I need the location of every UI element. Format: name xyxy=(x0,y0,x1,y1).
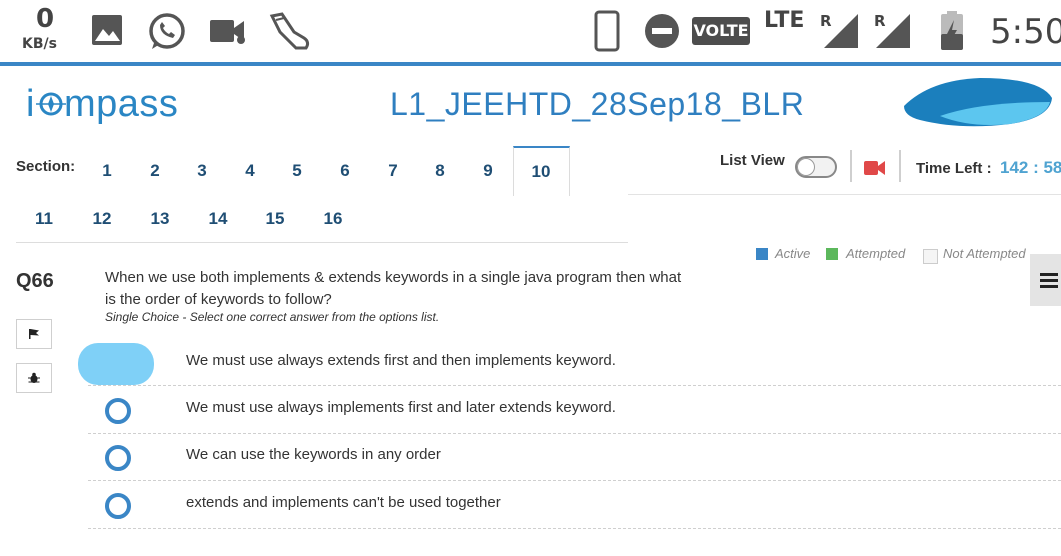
list-view-label: List View xyxy=(720,152,785,169)
report-bug-button[interactable] xyxy=(16,363,52,393)
network-speed-unit: KB/s xyxy=(22,36,57,52)
option-text[interactable]: We can use the keywords in any order xyxy=(186,446,441,463)
section-tab[interactable]: 15 xyxy=(255,209,295,229)
svg-text:mpass: mpass xyxy=(64,83,178,125)
bug-icon xyxy=(28,372,40,383)
section-tab[interactable]: 3 xyxy=(182,161,222,181)
signal-icon xyxy=(824,14,858,48)
section-tab[interactable]: 9 xyxy=(468,161,508,181)
svg-text:i: i xyxy=(26,83,35,125)
signal-icon xyxy=(876,14,910,48)
vertical-separator xyxy=(899,150,901,182)
legend-attempted-swatch xyxy=(826,248,838,260)
page-title: L1_JEEHTD_28Sep18_BLR xyxy=(390,86,805,122)
legend-active-swatch xyxy=(756,248,768,260)
section-tab[interactable]: 13 xyxy=(140,209,180,229)
clock: 5:50 xyxy=(990,12,1061,52)
network-type: LTE xyxy=(764,8,805,33)
section-tab[interactable]: 16 xyxy=(313,209,353,229)
question-hint: Single Choice - Select one correct answe… xyxy=(105,310,440,324)
phone-icon xyxy=(594,10,620,52)
video-call-icon xyxy=(210,20,245,44)
app-icon xyxy=(269,12,310,50)
brand-logo xyxy=(904,78,1052,127)
option-radio[interactable] xyxy=(105,445,131,471)
toggle-knob xyxy=(797,158,815,176)
toolbar-divider xyxy=(628,194,1061,195)
section-tab[interactable]: 14 xyxy=(198,209,238,229)
image-icon xyxy=(92,15,122,45)
section-tab[interactable]: 6 xyxy=(325,161,365,181)
section-tab-active[interactable]: 10 xyxy=(521,162,561,182)
section-tab[interactable]: 1 xyxy=(87,161,127,181)
hamburger-icon xyxy=(1040,273,1058,288)
option-text[interactable]: We must use always implements first and … xyxy=(186,399,616,416)
section-tab[interactable]: 12 xyxy=(82,209,122,229)
flag-icon xyxy=(29,329,39,339)
option-radio[interactable] xyxy=(105,398,131,424)
time-left-value: 142 : 58 xyxy=(1000,158,1061,177)
menu-button[interactable] xyxy=(1030,254,1061,306)
battery-charging-icon xyxy=(941,11,963,50)
section-tab[interactable]: 8 xyxy=(420,161,460,181)
network-speed-value: 0 xyxy=(36,4,55,34)
logo-graphic: i mpass xyxy=(26,83,178,125)
legend-not-attempted-label: Not Attempted xyxy=(943,246,1026,261)
icompass-logo: icompass i mpass xyxy=(26,82,196,140)
selection-highlight xyxy=(78,343,154,385)
whatsapp-icon xyxy=(149,13,185,49)
section-tab[interactable]: 4 xyxy=(230,161,270,181)
header-divider xyxy=(0,62,1061,66)
question-number: Q66 xyxy=(16,270,54,292)
time-left-label: Time Left : xyxy=(916,160,992,177)
section-tab[interactable]: 5 xyxy=(277,161,317,181)
do-not-disturb-icon xyxy=(645,14,679,48)
section-divider xyxy=(16,242,628,243)
vertical-separator xyxy=(850,150,852,182)
section-label: Section: xyxy=(16,158,76,175)
section-tab[interactable]: 11 xyxy=(24,209,64,229)
section-tab[interactable]: 7 xyxy=(373,161,413,181)
legend-active-label: Active xyxy=(775,246,811,261)
flag-button[interactable] xyxy=(16,319,52,349)
option-text[interactable]: We must use always extends first and the… xyxy=(186,352,616,369)
section-tab[interactable]: 2 xyxy=(135,161,175,181)
question-text: When we use both implements & extends ke… xyxy=(105,269,682,308)
option-text[interactable]: extends and implements can't be used tog… xyxy=(186,494,501,511)
camera-icon[interactable] xyxy=(864,160,886,176)
volte-badge: VOLTE xyxy=(692,17,750,45)
legend-attempted-label: Attempted xyxy=(846,246,906,261)
option-radio[interactable] xyxy=(105,493,131,519)
legend-not-attempted-swatch xyxy=(923,249,938,264)
